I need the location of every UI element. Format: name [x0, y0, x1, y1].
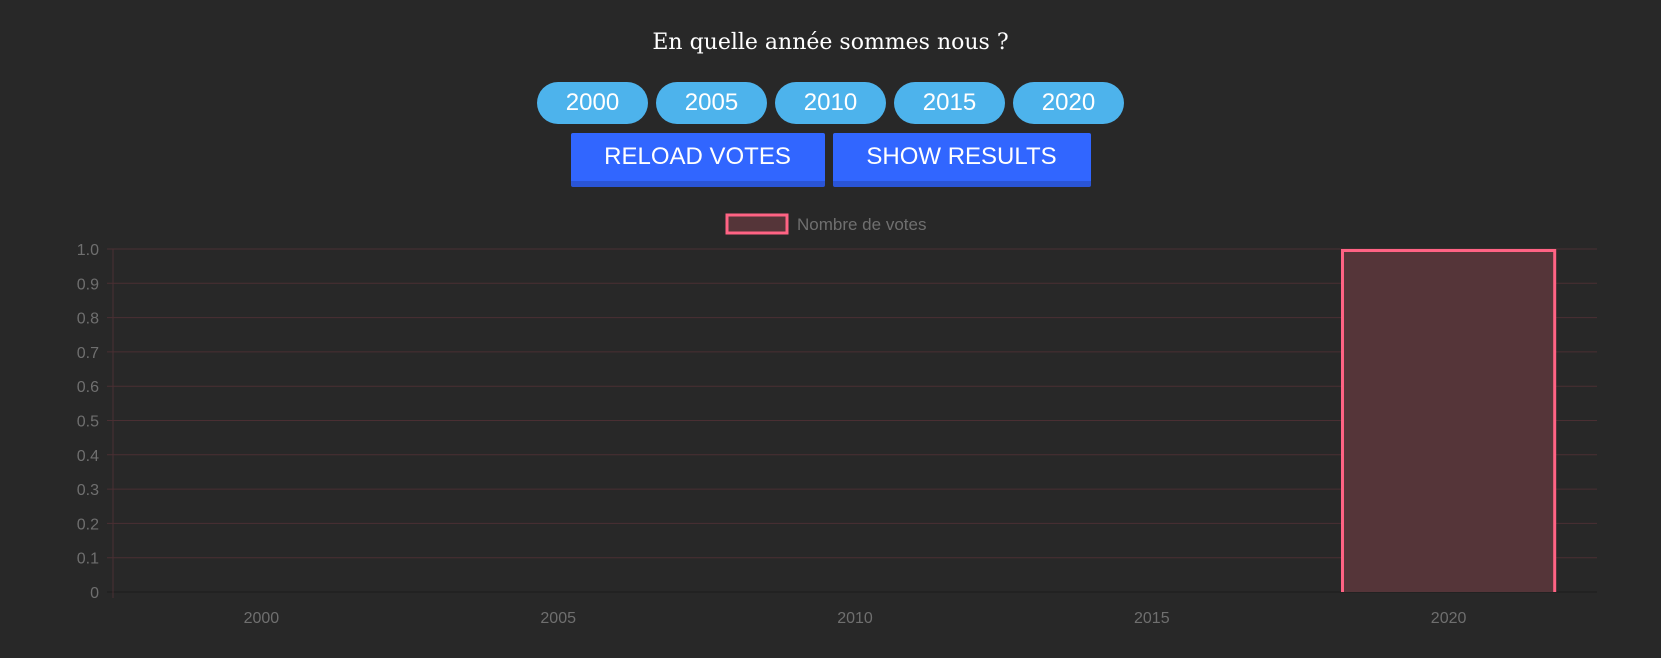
- x-tick-label: 2010: [837, 610, 873, 627]
- x-tick-label: 2000: [244, 610, 280, 627]
- bar-chart: Nombre de votes 0 0.1 0.2 0.3 0.4 0.5 0.6 0.7 0.…: [77, 213, 1597, 627]
- y-tick-label: 0.9: [77, 276, 99, 293]
- y-tick-label: 0.8: [77, 311, 99, 328]
- y-tick-label: 0.6: [77, 379, 99, 396]
- y-tick-label: 1.0: [77, 242, 99, 259]
- y-tick-label: 0.3: [77, 482, 99, 499]
- x-tick-label: 2020: [1431, 610, 1467, 627]
- y-tick-label: 0.7: [77, 345, 99, 362]
- bar-2020[interactable]: [1342, 250, 1555, 593]
- y-axis: 0 0.1 0.2 0.3 0.4 0.5 0.6 0.7 0.8 0.9 1.0: [77, 242, 99, 602]
- chart-bars: [1340, 249, 1557, 593]
- legend-swatch: [725, 213, 789, 235]
- x-tick-label: 2005: [540, 610, 576, 627]
- legend-label: Nombre de votes: [797, 215, 926, 234]
- chart-legend[interactable]: Nombre de votes: [725, 213, 926, 235]
- page: En quelle année sommes nous ? 2000 2005 …: [0, 0, 1661, 658]
- y-tick-label: 0.2: [77, 516, 99, 533]
- y-tick-label: 0: [90, 585, 99, 602]
- x-axis: 2000 2005 2010 2015 2020: [244, 610, 1467, 627]
- y-tick-label: 0.1: [77, 551, 99, 568]
- y-tick-label: 0.5: [77, 414, 99, 431]
- x-tick-label: 2015: [1134, 610, 1170, 627]
- y-tick-label: 0.4: [77, 448, 99, 465]
